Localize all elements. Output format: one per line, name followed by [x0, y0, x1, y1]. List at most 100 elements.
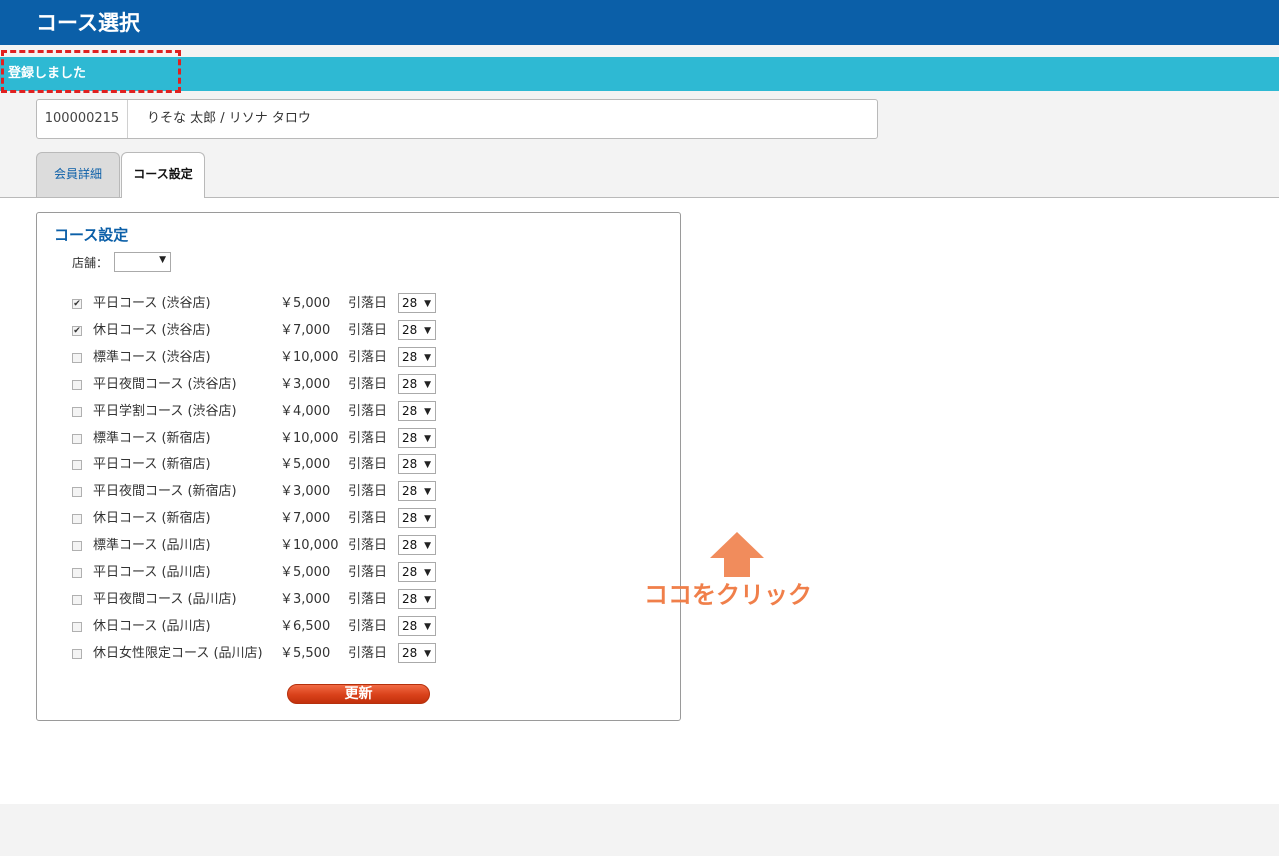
message-bar: 登録しました	[0, 57, 1279, 91]
debit-day-label: 引落日	[348, 538, 388, 554]
course-name: 平日コース (渋谷店)	[93, 296, 211, 311]
member-info-box: 100000215 りそな 太郎 / リソナ タロウ	[36, 99, 878, 139]
dropdown-arrow-icon: ▼	[424, 379, 431, 390]
dropdown-arrow-icon: ▼	[424, 433, 431, 444]
course-row: 標準コース (渋谷店) ￥10,000 引落日 28 ▼	[72, 346, 452, 369]
course-row: 休日女性限定コース (品川店) ￥5,500 引落日 28 ▼	[72, 642, 452, 665]
course-price: ￥10,000	[280, 538, 339, 554]
course-row: ✔ 休日コース (渋谷店) ￥7,000 引落日 28 ▼	[72, 319, 452, 342]
debit-day-select[interactable]: 28 ▼	[398, 400, 436, 421]
debit-day-select[interactable]: 28 ▼	[398, 427, 436, 448]
course-row: 標準コース (新宿店) ￥10,000 引落日 28 ▼	[72, 427, 452, 450]
course-price: ￥4,000	[280, 403, 331, 419]
course-checkbox[interactable]	[72, 433, 82, 444]
course-row: 平日コース (新宿店) ￥5,000 引落日 28 ▼	[72, 454, 452, 476]
dropdown-arrow-icon: ▼	[424, 352, 431, 363]
debit-day-label: 引落日	[348, 296, 388, 311]
course-checkbox[interactable]	[72, 541, 82, 552]
debit-day-label: 引落日	[348, 376, 388, 392]
debit-day-select[interactable]: 28 ▼	[398, 293, 436, 313]
debit-day-label: 引落日	[348, 403, 388, 419]
course-name: 休日コース (新宿店)	[93, 511, 211, 527]
course-price: ￥3,000	[280, 591, 331, 607]
course-checkbox[interactable]	[72, 487, 82, 498]
store-select[interactable]: ▼	[114, 252, 171, 272]
course-name: 標準コース (渋谷店)	[93, 349, 211, 365]
course-row: 休日コース (品川店) ￥6,500 引落日 28 ▼	[72, 615, 452, 638]
page-title: コース選択	[36, 11, 140, 35]
arrow-up-icon	[710, 532, 764, 577]
dropdown-arrow-icon: ▼	[424, 299, 431, 309]
store-label: 店舗：	[72, 256, 109, 270]
dropdown-arrow-icon: ▼	[424, 325, 431, 336]
main-content: コース設定 店舗： ▼ ✔ 平日コース (渋谷店) ￥5,000 引落日 28 ▼ ✔ 休日コ…	[0, 197, 1279, 804]
course-row: 平日学割コース (渋谷店) ￥4,000 引落日 28 ▼	[72, 400, 452, 423]
debit-day-value: 28	[402, 457, 418, 472]
course-name: 平日コース (新宿店)	[93, 457, 211, 473]
tab-course-settings[interactable]: コース設定	[121, 152, 205, 198]
debit-day-label: 引落日	[348, 322, 388, 338]
course-checkbox[interactable]	[72, 648, 82, 659]
dropdown-arrow-icon: ▼	[424, 514, 431, 525]
debit-day-value: 28	[402, 349, 418, 364]
course-price: ￥10,000	[280, 349, 339, 365]
debit-day-select[interactable]: 28 ▼	[398, 481, 436, 502]
course-checkbox[interactable]: ✔	[72, 325, 82, 336]
course-name: 平日学割コース (渋谷店)	[93, 403, 237, 419]
dropdown-arrow-icon: ▼	[159, 255, 166, 265]
debit-day-label: 引落日	[348, 645, 388, 661]
debit-day-value: 28	[402, 645, 418, 660]
debit-day-select[interactable]: 28 ▼	[398, 615, 436, 636]
header-bar: コース選択	[0, 0, 1279, 45]
debit-day-label: 引落日	[348, 430, 388, 446]
dropdown-arrow-icon: ▼	[424, 487, 431, 498]
course-price: ￥5,000	[280, 296, 331, 311]
member-name: りそな 太郎 / リソナ タロウ	[147, 111, 311, 126]
debit-day-select[interactable]: 28 ▼	[398, 346, 436, 367]
course-price: ￥3,000	[280, 376, 331, 392]
tab-member-detail[interactable]: 会員詳細	[36, 152, 120, 197]
course-checkbox[interactable]	[72, 514, 82, 525]
course-price: ￥6,500	[280, 618, 331, 634]
debit-day-value: 28	[402, 565, 418, 579]
update-button[interactable]: 更新	[287, 684, 430, 704]
dropdown-arrow-icon: ▼	[424, 621, 431, 632]
message-highlight-box	[1, 50, 181, 93]
debit-day-select[interactable]: 28 ▼	[398, 562, 436, 582]
debit-day-label: 引落日	[348, 457, 388, 473]
debit-day-value: 28	[402, 484, 418, 499]
debit-day-label: 引落日	[348, 618, 388, 634]
course-checkbox[interactable]: ✔	[72, 299, 82, 309]
debit-day-label: 引落日	[348, 565, 388, 580]
course-row: ✔ 平日コース (渋谷店) ￥5,000 引落日 28 ▼	[72, 293, 452, 315]
debit-day-select[interactable]: 28 ▼	[398, 535, 436, 556]
course-row: 休日コース (新宿店) ￥7,000 引落日 28 ▼	[72, 508, 452, 530]
course-checkbox[interactable]	[72, 460, 82, 471]
course-name: 平日夜間コース (品川店)	[93, 591, 237, 607]
course-checkbox[interactable]	[72, 621, 82, 632]
dropdown-arrow-icon: ▼	[424, 460, 431, 471]
debit-day-select[interactable]: 28 ▼	[398, 454, 436, 475]
dropdown-arrow-icon: ▼	[424, 568, 431, 578]
debit-day-select[interactable]: 28 ▼	[398, 373, 436, 394]
course-name: 休日コース (渋谷店)	[93, 322, 211, 338]
course-row: 標準コース (品川店) ￥10,000 引落日 28 ▼	[72, 535, 452, 557]
course-row: 平日夜間コース (新宿店) ￥3,000 引落日 28 ▼	[72, 481, 452, 503]
debit-day-select[interactable]: 28 ▼	[398, 642, 436, 663]
debit-day-label: 引落日	[348, 484, 388, 500]
course-name: 平日夜間コース (渋谷店)	[93, 376, 237, 392]
course-checkbox[interactable]	[72, 352, 82, 363]
debit-day-select[interactable]: 28 ▼	[398, 508, 436, 529]
debit-day-value: 28	[402, 430, 418, 445]
course-checkbox[interactable]	[72, 379, 82, 390]
debit-day-select[interactable]: 28 ▼	[398, 319, 436, 340]
dropdown-arrow-icon: ▼	[424, 406, 431, 417]
debit-day-select[interactable]: 28 ▼	[398, 588, 436, 609]
debit-day-label: 引落日	[348, 591, 388, 607]
dropdown-arrow-icon: ▼	[424, 594, 431, 605]
course-price: ￥5,000	[280, 565, 331, 580]
course-checkbox[interactable]	[72, 594, 82, 605]
course-checkbox[interactable]	[72, 406, 82, 417]
course-checkbox[interactable]	[72, 568, 82, 578]
course-name: 休日コース (品川店)	[93, 618, 211, 634]
